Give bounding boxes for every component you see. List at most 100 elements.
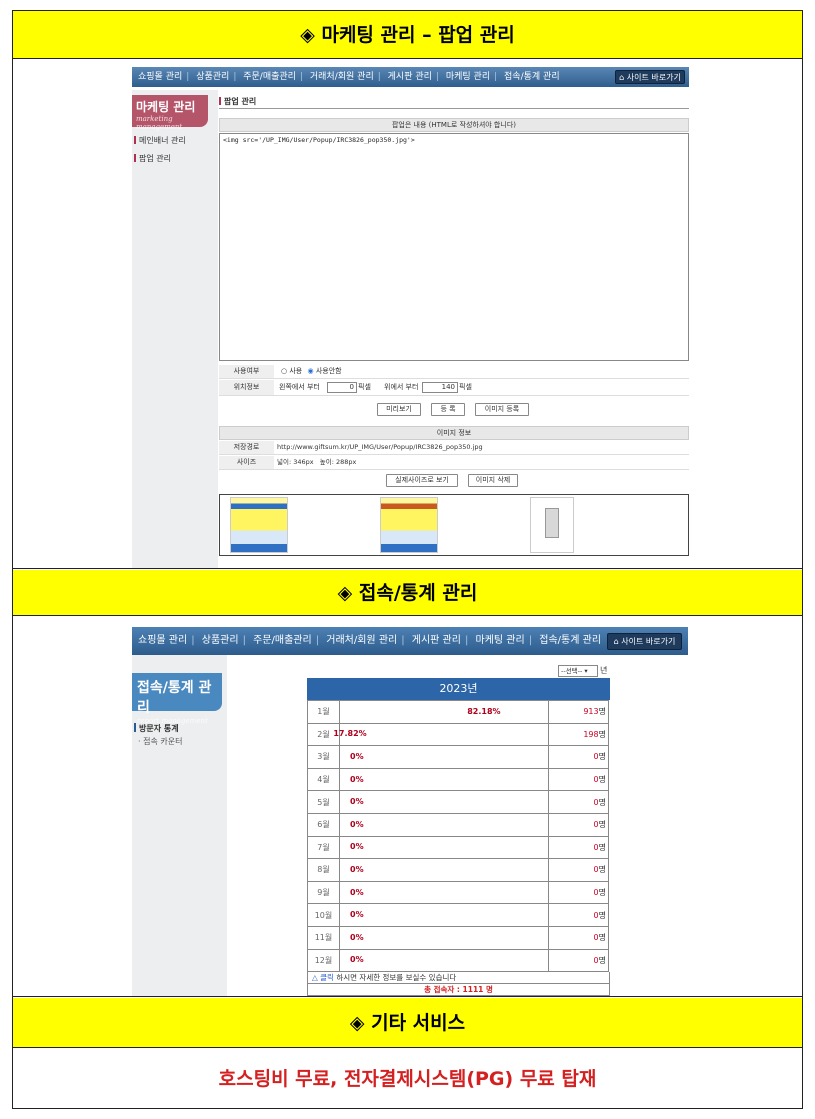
path-value: http://www.giftsum.kr/UP_IMG/User/Popup/… — [277, 443, 483, 451]
count-unit: 명 — [598, 820, 606, 830]
count-cell: 0명 — [548, 835, 609, 860]
use-row: 사용여부 ○ 사용 ◉ 사용안함 — [219, 365, 689, 379]
percent-bar-cell: 0% — [339, 903, 549, 927]
detail-click-link[interactable]: △ 클릭 — [312, 973, 334, 982]
count-unit: 명 — [598, 752, 606, 762]
sidebar-item-popup[interactable]: 팝업 관리 — [134, 153, 186, 164]
percent-bar-cell: 0% — [339, 835, 549, 860]
percent-bar-cell: 0% — [339, 790, 549, 814]
stats-row: 6월 0% 0명 — [307, 812, 609, 837]
nav-item-product[interactable]: 상품관리 — [202, 635, 239, 646]
count-unit: 명 — [598, 707, 606, 717]
count-unit: 명 — [598, 729, 606, 739]
radio-use[interactable]: ○ 사용 — [281, 367, 302, 375]
month-cell: 9월 — [307, 880, 340, 905]
stats-row: 4월 0% 0명 — [307, 767, 609, 792]
sidebar-item-access-counter[interactable]: · 접속 카운터 — [138, 736, 182, 747]
marketing-sidebar-menu: 메인배너 관리 팝업 관리 — [134, 135, 186, 171]
percent-bar-cell: 82.18% — [339, 700, 549, 724]
percent-label: 0% — [350, 932, 364, 942]
count-unit: 명 — [598, 955, 606, 965]
sidebar-item-visitor-stats[interactable]: 방문자 통계 — [134, 723, 179, 734]
left-px-label: 픽셀 — [358, 383, 371, 391]
percent-label: 0% — [350, 797, 364, 807]
nav-item-marketing[interactable]: 마케팅 관리 — [446, 72, 490, 82]
stats-row: 5월 0% 0명 — [307, 790, 609, 814]
count-cell: 0명 — [548, 767, 609, 792]
percent-bar-cell: 0% — [339, 948, 549, 973]
count-value: 198 — [583, 729, 599, 739]
nav-item-stats[interactable]: 접속/통계 관리 — [539, 635, 601, 646]
nav-item-shop[interactable]: 쇼핑몰 관리 — [138, 72, 182, 82]
nav-item-order[interactable]: 주문/매출관리 — [243, 72, 296, 82]
year-header: 2023년 — [307, 678, 610, 700]
position-label: 위치정보 — [219, 380, 274, 395]
top-nav: 쇼핑몰 관리 | 상품관리 | 주문/매출관리 | 거래처/회원 관리 | 게시판 관리… — [132, 67, 689, 87]
percent-bar-cell: 0% — [339, 767, 549, 792]
image-delete-button[interactable]: 이미지 삭제 — [468, 474, 518, 487]
stats-row: 2월 17.82% 198명 — [307, 722, 609, 747]
etc-service-text: 호스팅비 무료, 전자결제시스템(PG) 무료 탑재 — [218, 1068, 597, 1090]
image-register-button[interactable]: 이미지 등록 — [475, 403, 529, 416]
stats-site-shortcut-button[interactable]: ⌂ 사이트 바로가기 — [607, 633, 682, 650]
nav-item-board[interactable]: 게시판 관리 — [412, 635, 461, 646]
top-position-input[interactable]: 140 — [422, 382, 458, 393]
count-cell: 0명 — [548, 745, 609, 769]
sidebar-item-main-banner[interactable]: 메인배너 관리 — [134, 135, 186, 146]
stats-row: 7월 0% 0명 — [307, 835, 609, 860]
count-cell: 0명 — [548, 903, 609, 927]
percent-label: 0% — [350, 774, 364, 784]
size-value: 넓이: 346px 높이: 288px — [277, 458, 357, 466]
count-unit: 명 — [598, 842, 606, 852]
nav-item-product[interactable]: 상품관리 — [196, 72, 229, 82]
site-shortcut-button[interactable]: ⌂ 사이트 바로가기 — [615, 70, 685, 84]
nav-item-member[interactable]: 거래처/회원 관리 — [326, 635, 397, 646]
left-from-label: 왼쪽에서 부터 — [279, 383, 320, 391]
percent-bar-cell: 0% — [339, 880, 549, 905]
popup-thumbnail-3[interactable] — [530, 497, 574, 553]
percent-label: 17.82% — [333, 729, 367, 739]
stats-row: 12월 0% 0명 — [307, 948, 609, 973]
month-cell: 1월 — [307, 700, 340, 724]
popup-thumbnail-strip — [219, 494, 689, 556]
detail-note: △ 클릭 하시면 자세한 정보를 보실수 있습니다 — [307, 972, 610, 984]
percent-bar-cell: 0% — [339, 858, 549, 882]
count-value: 913 — [583, 707, 599, 717]
real-size-button[interactable]: 실제사이즈로 보기 — [386, 474, 458, 487]
register-button[interactable]: 등 록 — [431, 403, 465, 416]
percent-bar-cell: 0% — [339, 925, 549, 950]
html-content-textarea[interactable]: <img src='/UP_IMG/User/Popup/IRC3826_pop… — [219, 133, 689, 361]
percent-label: 0% — [350, 751, 364, 761]
monthly-stats-table: 1월 82.18% 913명 2월 17.82% 198명 3월 0% 0명 4월 0% 0명 5월 0%… — [307, 700, 609, 973]
month-cell: 3월 — [307, 745, 340, 769]
percent-bar-cell: 0% — [339, 745, 549, 769]
radio-no-use[interactable]: ◉ 사용안함 — [307, 367, 341, 375]
nav-item-order[interactable]: 주문/매출관리 — [253, 635, 312, 646]
popup-thumbnail-2[interactable] — [380, 497, 438, 553]
top-from-label: 위에서 부터 — [384, 383, 419, 391]
count-unit: 명 — [598, 775, 606, 785]
percent-label: 0% — [350, 955, 364, 965]
content-header: 팝업은 내용 (HTML로 작성하셔야 합니다) — [219, 118, 689, 132]
left-position-input[interactable]: 0 — [327, 382, 357, 393]
section-title-etc: ◈ 기타 서비스 — [13, 998, 802, 1048]
page: ◈ 마케팅 관리 – 팝업 관리 쇼핑몰 관리 | 상품관리 | 주문/매출관리 | … — [12, 10, 803, 1109]
nav-item-marketing[interactable]: 마케팅 관리 — [476, 635, 525, 646]
percent-label: 82.18% — [467, 706, 501, 716]
nav-item-board[interactable]: 게시판 관리 — [388, 72, 432, 82]
year-select[interactable]: --선택-- ▾ — [558, 665, 598, 677]
popup-thumbnail-1[interactable] — [230, 497, 288, 553]
use-radio-group: ○ 사용 ◉ 사용안함 — [281, 365, 342, 378]
nav-item-shop[interactable]: 쇼핑몰 관리 — [138, 635, 187, 646]
percent-label: 0% — [350, 910, 364, 920]
stats-admin-panel: 쇼핑몰 관리 | 상품관리 | 주문/매출관리 | 거래처/회원 관리 | 게시판 관리… — [13, 617, 802, 997]
size-label: 사이즈 — [219, 456, 274, 469]
count-unit: 명 — [598, 933, 606, 943]
stats-row: 11월 0% 0명 — [307, 925, 609, 950]
nav-item-stats[interactable]: 접속/통계 관리 — [504, 72, 560, 82]
preview-button[interactable]: 미리보기 — [377, 403, 421, 416]
title-divider — [219, 108, 689, 109]
marketing-sidebar-title-box: 마케팅 관리 marketing management — [132, 95, 208, 131]
nav-item-member[interactable]: 거래처/회원 관리 — [310, 72, 374, 82]
month-cell: 4월 — [307, 767, 340, 792]
